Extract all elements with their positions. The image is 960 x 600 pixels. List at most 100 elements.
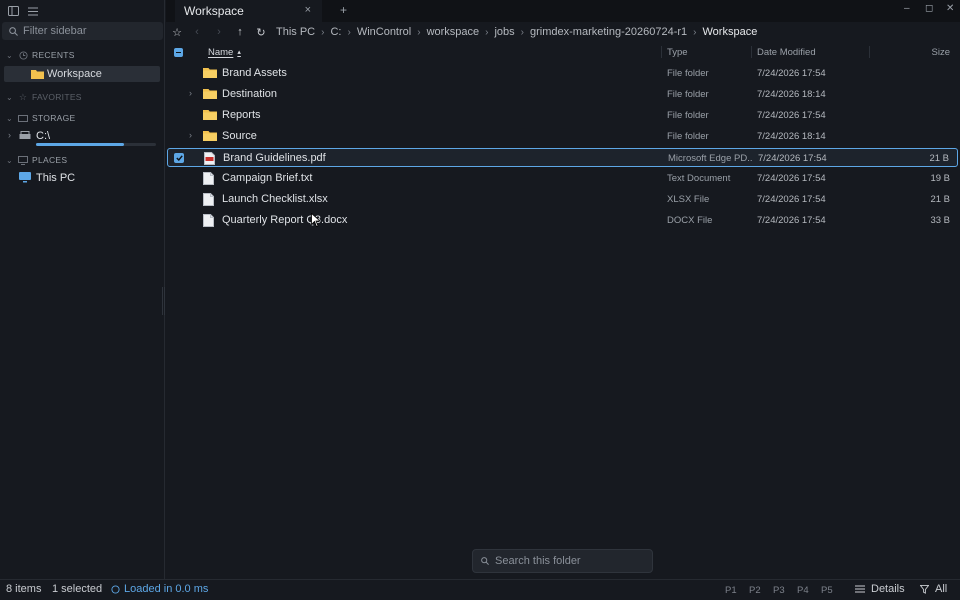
file-size: 21 B [930,194,950,205]
close-icon[interactable]: × [305,4,311,16]
sidebar-toolbar [8,4,38,18]
file-type: File folder [667,131,709,142]
section-storage[interactable]: ⌄ STORAGE [6,111,76,125]
load-status: Loaded in 0.0 ms [111,583,208,595]
column-header-size[interactable]: Size [932,44,950,60]
search-placeholder: Search this folder [495,555,581,567]
file-size: 33 B [930,215,950,226]
file-type: XLSX File [667,194,710,205]
close-window-button[interactable]: ✕ [946,3,954,14]
sidebar-item-c-drive[interactable]: C:\ [36,130,50,142]
section-recents[interactable]: ⌄ RECENTS [6,48,75,62]
up-arrow-icon[interactable]: ↑ [233,24,247,40]
breadcrumb-item[interactable]: WinControl [357,26,411,38]
chevron-down-icon: ⌄ [6,155,14,165]
file-type: File folder [667,89,709,100]
file-type: DOCX File [667,215,713,226]
sort-ascending-icon: ▴ [237,49,241,56]
column-label: Name [208,46,234,58]
selection-count: 1 selected [52,583,103,595]
breadcrumb-item[interactable]: jobs [494,26,514,38]
drive-icon [18,114,28,122]
menu-icon[interactable] [27,6,38,17]
folder-icon [31,70,44,79]
pane-button-1[interactable]: P1 [725,585,737,596]
pdf-file-icon [204,152,215,168]
chevron-right-icon[interactable]: › [189,130,192,140]
file-row[interactable]: Reports File folder 7/24/2026 17:54 [167,106,958,125]
column-divider[interactable] [661,46,662,58]
pane-button-5[interactable]: P5 [821,585,833,596]
pane-button-2[interactable]: P2 [749,585,761,596]
row-checkbox[interactable] [174,153,184,163]
chevron-right-icon[interactable]: › [8,130,11,140]
item-count: 8 items [6,583,42,595]
breadcrumb-item[interactable]: grimdex-marketing-20260724-r1 [530,26,687,38]
filter-button[interactable]: All [920,583,947,595]
search-icon [481,557,489,565]
sidebar-filter-input[interactable]: Filter sidebar [2,22,163,40]
file-date: 7/24/2026 17:54 [758,153,827,164]
file-row[interactable]: › Destination File folder 7/24/2026 18:14 [167,85,958,104]
pane-button-4[interactable]: P4 [797,585,809,596]
chevron-down-icon: ⌄ [6,92,14,102]
file-row[interactable]: › Source File folder 7/24/2026 18:14 [167,127,958,146]
file-row[interactable]: Campaign Brief.txt Text Document 7/24/2026… [167,169,958,188]
list-icon [855,585,865,593]
file-name: Campaign Brief.txt [222,172,313,184]
refresh-icon[interactable]: ↻ [254,24,268,40]
file-row[interactable]: Brand Assets File folder 7/24/2026 17:54 [167,64,958,83]
column-header-type[interactable]: Type [667,44,688,60]
sidebar-item-this-pc[interactable]: This PC [36,172,75,184]
sidebar-resize-handle[interactable] [162,287,165,315]
breadcrumb-item[interactable]: workspace [427,26,480,38]
chevron-down-icon: ⌄ [6,50,14,60]
view-mode-button[interactable]: Details [855,583,905,595]
sidebar-item-workspace[interactable]: Workspace [4,66,160,82]
breadcrumb-current[interactable]: Workspace [703,26,758,38]
forward-arrow-icon[interactable]: › [212,24,226,40]
star-icon[interactable]: ☆ [170,24,184,40]
file-date: 7/24/2026 17:54 [757,194,826,205]
column-header-name[interactable]: Name ▴ [208,44,241,60]
maximize-button[interactable]: ◻ [925,3,933,14]
file-row[interactable]: Quarterly Report Q3.docx DOCX File 7/24/20… [167,211,958,230]
folder-icon [203,130,217,144]
chevron-right-icon: › [520,26,525,38]
file-row[interactable]: Brand Guidelines.pdf Microsoft Edge PD...… [167,148,958,167]
filter-label: All [935,583,948,595]
file-row[interactable]: Launch Checklist.xlsx XLSX File 7/24/2026 … [167,190,958,209]
section-label: PLACES [32,155,68,165]
breadcrumb-item[interactable]: This PC [276,26,315,38]
column-divider[interactable] [869,46,870,58]
monitor-icon [18,155,28,165]
chevron-right-icon: › [485,26,489,38]
folder-search-input[interactable]: Search this folder [472,549,653,573]
column-header-date[interactable]: Date Modified [757,44,816,60]
document-icon [203,172,214,188]
file-name: Brand Assets [222,67,287,79]
file-type: File folder [667,68,709,79]
folder-icon [203,109,217,123]
breadcrumb: This PC › C: › WinControl › workspace › jobs… [276,24,757,40]
mouse-cursor-icon [311,212,322,230]
file-type: Microsoft Edge PD... [668,153,752,164]
pane-button-3[interactable]: P3 [773,585,785,596]
section-label: STORAGE [32,113,76,123]
tab-label: Workspace [184,4,244,18]
column-divider[interactable] [751,46,752,58]
tab-workspace[interactable]: Workspace × [175,0,322,22]
section-label: FAVORITES [32,92,82,102]
breadcrumb-item[interactable]: C: [330,26,341,38]
file-type: File folder [667,110,709,121]
select-all-checkbox[interactable] [174,48,183,57]
file-size: 19 B [930,173,950,184]
sidebar-toggle-icon[interactable] [8,6,19,17]
chevron-right-icon[interactable]: › [189,88,192,98]
back-arrow-icon[interactable]: ‹ [190,24,204,40]
section-places[interactable]: ⌄ PLACES [6,153,67,167]
new-tab-button[interactable]: + [340,3,347,17]
section-favorites[interactable]: ⌄ ☆ FAVORITES [6,90,82,104]
minimize-button[interactable]: – [904,3,910,14]
chevron-right-icon: › [321,26,325,38]
